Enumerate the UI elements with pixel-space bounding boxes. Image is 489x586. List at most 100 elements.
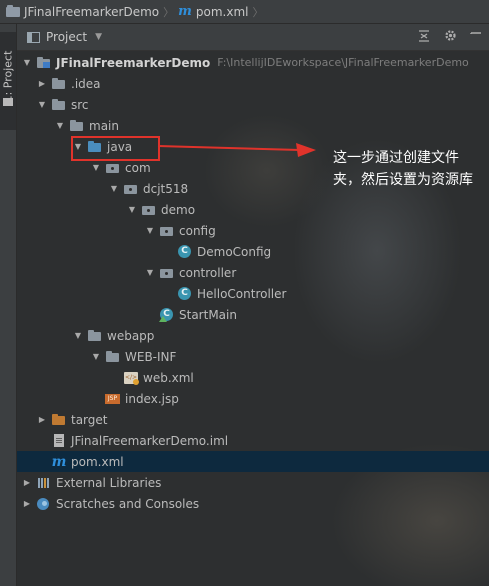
breadcrumb-file[interactable]: m pom.xml 〉 — [178, 0, 267, 24]
folder-icon — [87, 329, 103, 343]
class-icon — [177, 244, 193, 259]
tree-row-pom-xml[interactable]: m pom.xml — [17, 451, 489, 472]
gear-icon[interactable] — [437, 29, 463, 46]
project-tree: ▼ JFinalFreemarkerDemo F:\IntellijIDEwor… — [17, 51, 489, 586]
tree-row-label: target — [71, 412, 108, 427]
tree-row-web-inf[interactable]: ▼ WEB-INF — [17, 346, 489, 367]
maven-file-icon: m — [178, 4, 192, 19]
main-class-icon — [159, 307, 175, 322]
folder-icon — [51, 77, 67, 91]
package-icon — [105, 161, 121, 175]
expand-arrow-icon[interactable]: ▶ — [36, 79, 48, 88]
tree-row-startmain[interactable]: StartMain — [17, 304, 489, 325]
tree-row-demo[interactable]: ▼ demo — [17, 199, 489, 220]
expand-arrow-icon[interactable]: ▼ — [144, 226, 156, 235]
tree-row-label: HelloController — [197, 286, 287, 301]
expand-arrow-icon[interactable]: ▼ — [36, 100, 48, 109]
tree-row-label: .idea — [71, 76, 101, 91]
tree-row-project-root[interactable]: ▼ JFinalFreemarkerDemo F:\IntellijIDEwor… — [17, 52, 489, 73]
project-tool-tab-label: 1: Project — [1, 50, 15, 103]
tree-row-label: WEB-INF — [125, 349, 177, 364]
tree-row-index-jsp[interactable]: index.jsp — [17, 388, 489, 409]
xml-file-icon — [123, 371, 139, 385]
hide-icon[interactable] — [463, 30, 489, 46]
libraries-icon — [36, 476, 52, 490]
folder-icon — [51, 98, 67, 112]
project-header-actions — [411, 24, 489, 51]
scratches-icon — [36, 497, 52, 511]
tree-row-label: pom.xml — [71, 454, 124, 469]
project-view-icon — [27, 31, 40, 43]
tree-row-target[interactable]: ▶ target — [17, 409, 489, 430]
annotation-text: 这一步通过创建文件夹，然后设置为资源库 — [333, 150, 473, 188]
breadcrumb-separator: 〉 — [163, 5, 175, 19]
expand-arrow-icon[interactable]: ▼ — [90, 352, 102, 361]
tree-row-democonfig[interactable]: DemoConfig — [17, 241, 489, 262]
project-tool-icon — [3, 98, 13, 106]
breadcrumb-project[interactable]: JFinalFreemarkerDemo — [0, 0, 159, 24]
expand-arrow-icon[interactable]: ▼ — [126, 205, 138, 214]
project-panel-header: Project ▼ — [17, 24, 489, 51]
breadcrumb-project-label: JFinalFreemarkerDemo — [24, 4, 160, 19]
package-icon — [159, 266, 175, 280]
breadcrumb: JFinalFreemarkerDemo 〉 m pom.xml 〉 — [0, 0, 489, 24]
package-icon — [141, 203, 157, 217]
tree-row-label: main — [89, 118, 119, 133]
tree-row-external-libraries[interactable]: ▶ External Libraries — [17, 472, 489, 493]
tree-row-label: webapp — [107, 328, 155, 343]
tree-row-label: JFinalFreemarkerDemo.iml — [71, 433, 229, 448]
expand-arrow-icon[interactable]: ▶ — [21, 478, 33, 487]
expand-arrow-icon[interactable]: ▼ — [90, 163, 102, 172]
iml-file-icon — [51, 433, 67, 448]
expand-arrow-icon[interactable]: ▶ — [21, 499, 33, 508]
tree-row-label: src — [71, 97, 89, 112]
tree-row-iml[interactable]: JFinalFreemarkerDemo.iml — [17, 430, 489, 451]
tree-row-label: StartMain — [179, 307, 237, 322]
folder-icon — [69, 119, 85, 133]
package-icon — [123, 182, 139, 196]
tree-row-label: web.xml — [143, 370, 194, 385]
breadcrumb-trailing-separator: 〉 — [252, 5, 264, 19]
tree-row-label: demo — [161, 202, 196, 217]
tree-row-src[interactable]: ▼ src — [17, 94, 489, 115]
maven-file-icon: m — [51, 453, 67, 470]
expand-arrow-icon[interactable]: ▼ — [72, 331, 84, 340]
tree-row-scratches[interactable]: ▶ Scratches and Consoles — [17, 493, 489, 514]
tree-row-label: External Libraries — [56, 475, 162, 490]
tree-row-label: index.jsp — [125, 391, 179, 406]
project-folder-icon — [36, 56, 52, 70]
collapse-icon[interactable] — [411, 29, 437, 46]
breadcrumb-file-label: pom.xml — [195, 4, 249, 19]
left-tool-strip: 1: Project — [0, 24, 17, 586]
excluded-folder-icon — [51, 413, 67, 427]
tree-row-label: Scratches and Consoles — [56, 496, 200, 511]
tree-row-webapp[interactable]: ▼ webapp — [17, 325, 489, 346]
tree-row-main[interactable]: ▼ main — [17, 115, 489, 136]
tree-row-label: config — [179, 223, 216, 238]
folder-icon — [105, 350, 121, 364]
expand-arrow-icon[interactable]: ▼ — [144, 268, 156, 277]
tree-row-label: dcjt518 — [143, 181, 189, 196]
jsp-file-icon — [105, 392, 121, 406]
expand-arrow-icon[interactable]: ▶ — [36, 415, 48, 424]
tree-row-label: DemoConfig — [197, 244, 272, 259]
package-icon — [159, 224, 175, 238]
tree-row-label: com — [125, 160, 151, 175]
project-path-hint: F:\IntellijIDEworkspace\JFinalFreemarker… — [217, 56, 469, 69]
tree-row-hellocontroller[interactable]: HelloController — [17, 283, 489, 304]
expand-arrow-icon[interactable]: ▼ — [54, 121, 66, 130]
tree-row-label: JFinalFreemarkerDemo — [56, 55, 211, 70]
class-icon — [177, 286, 193, 301]
tree-row-label: controller — [179, 265, 237, 280]
tree-row-controller[interactable]: ▼ controller — [17, 262, 489, 283]
expand-arrow-icon[interactable]: ▼ — [21, 58, 33, 67]
tree-row-idea[interactable]: ▶ .idea — [17, 73, 489, 94]
project-folder-icon — [6, 4, 20, 17]
annotation-highlight-box — [71, 136, 160, 161]
tree-row-web-xml[interactable]: web.xml — [17, 367, 489, 388]
tree-row-config[interactable]: ▼ config — [17, 220, 489, 241]
project-tool-tab[interactable]: 1: Project — [0, 32, 16, 130]
project-view-selector[interactable]: Project — [46, 30, 87, 44]
chevron-down-icon[interactable]: ▼ — [95, 32, 102, 42]
expand-arrow-icon[interactable]: ▼ — [108, 184, 120, 193]
